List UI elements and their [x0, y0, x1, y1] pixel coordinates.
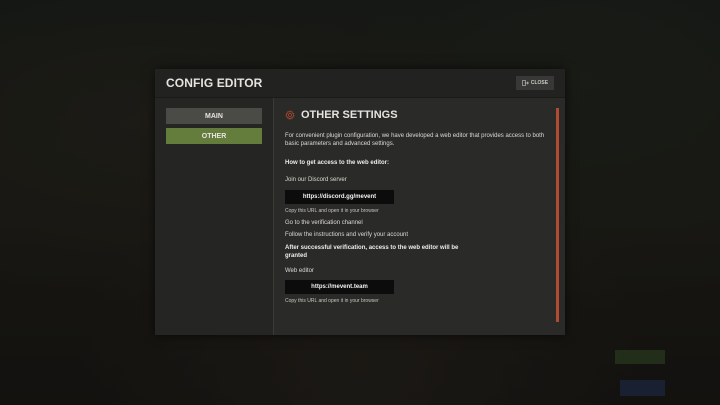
close-button-label: CLOSE	[530, 80, 549, 86]
step-follow-instructions: Follow the instructions and verify your …	[285, 232, 409, 238]
web-editor-url-field[interactable]: https://mevent.team	[285, 280, 394, 294]
window-title: CONFIG EDITOR	[166, 76, 263, 90]
tab-other[interactable]: OTHER	[166, 128, 262, 144]
howto-heading: How to get access to the web editor:	[285, 160, 390, 166]
titlebar: CONFIG EDITOR CLOSE	[155, 69, 565, 98]
close-button[interactable]: CLOSE	[516, 76, 554, 90]
background-hud-element	[620, 380, 665, 396]
config-editor-window: CONFIG EDITOR CLOSE MAIN OTHER OTHER SET…	[155, 69, 565, 335]
gear-icon	[285, 110, 295, 120]
section-heading: OTHER SETTINGS	[285, 109, 398, 121]
background-hud-element	[615, 350, 665, 364]
discord-url-field[interactable]: https://discord.gg/mevent	[285, 190, 394, 204]
step-join-discord: Join our Discord server	[285, 177, 347, 183]
discord-url-hint: Copy this URL and open it in your browse…	[285, 208, 379, 214]
content-panel: OTHER SETTINGS For convenient plugin con…	[274, 98, 565, 335]
step-verification-channel: Go to the verification channel	[285, 220, 363, 226]
access-granted-text: After successful verification, access to…	[285, 245, 459, 259]
intro-text: For convenient plugin configuration, we …	[285, 133, 545, 147]
section-title: OTHER SETTINGS	[301, 109, 398, 121]
tab-main[interactable]: MAIN	[166, 108, 262, 124]
web-editor-url-hint: Copy this URL and open it in your browse…	[285, 298, 379, 304]
sidebar: MAIN OTHER	[155, 98, 274, 335]
web-editor-label: Web editor	[285, 268, 314, 274]
scrollbar[interactable]	[556, 108, 559, 322]
exit-door-icon	[522, 80, 529, 86]
